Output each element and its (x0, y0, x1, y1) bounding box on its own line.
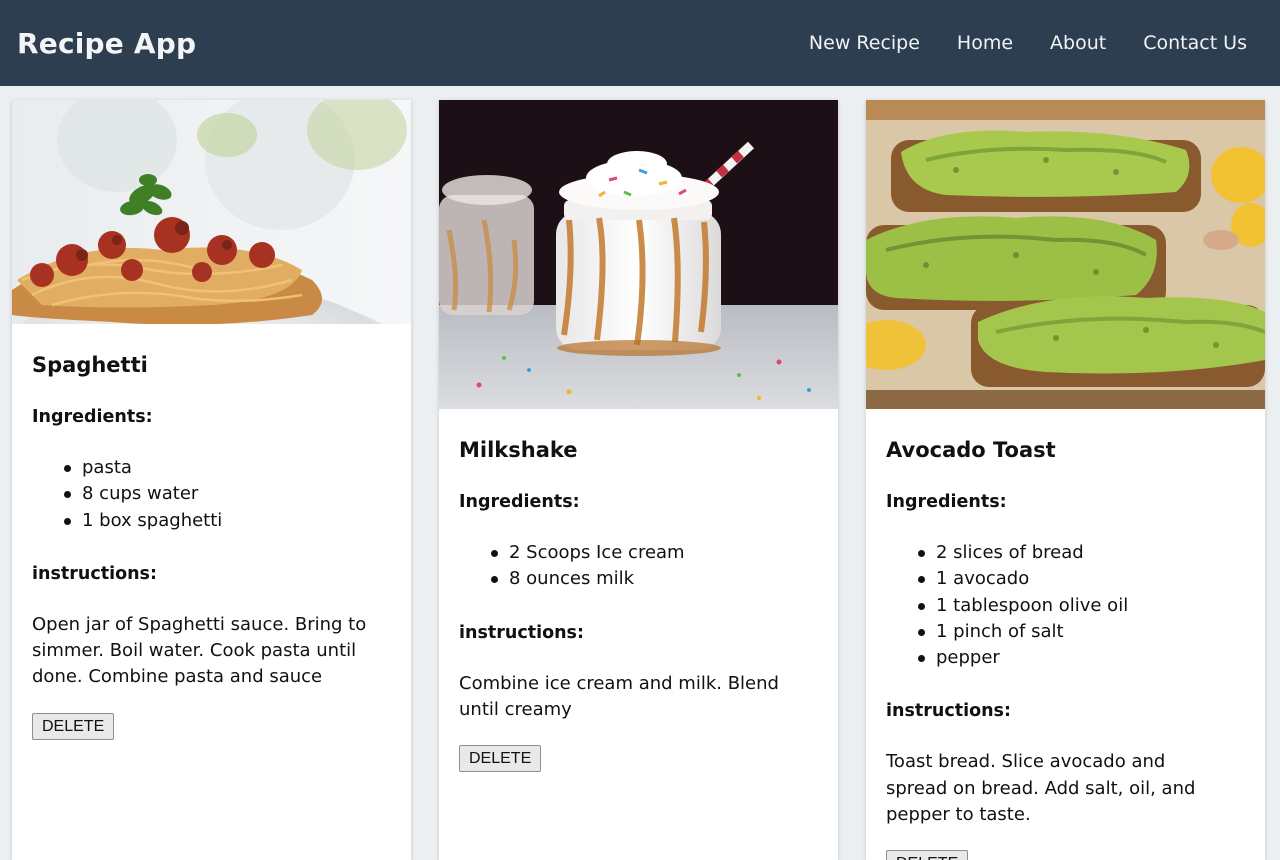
milkshake-photo (439, 100, 838, 409)
nav-new-recipe[interactable]: New Recipe (809, 32, 920, 54)
app-title[interactable]: Recipe App (17, 27, 196, 60)
nav-contact-us[interactable]: Contact Us (1143, 32, 1247, 54)
delete-button[interactable]: DELETE (886, 850, 969, 860)
ingredient-item: 1 box spaghetti (62, 508, 391, 534)
recipe-title: Avocado Toast (886, 438, 1056, 462)
recipe-card-avocado-toast: Avocado Toast Ingredients: 2 slices of b… (866, 100, 1265, 860)
recipe-card-milkshake: Milkshake Ingredients: 2 Scoops Ice crea… (439, 100, 838, 860)
ingredient-item: 8 cups water (62, 481, 391, 507)
ingredient-item: 1 avocado (916, 566, 1245, 592)
instructions-text: Combine ice cream and milk. Blend until … (459, 672, 779, 720)
ingredients-heading: Ingredients: (886, 492, 1007, 512)
navbar: Recipe App New Recipe Home About Contact… (0, 0, 1280, 86)
instructions-heading: instructions: (459, 622, 584, 643)
ingredient-item: pasta (62, 455, 391, 481)
ingredient-item: 8 ounces milk (489, 566, 818, 592)
recipe-title: Spaghetti (32, 353, 148, 377)
card-body: Avocado Toast Ingredients: 2 slices of b… (866, 438, 1265, 860)
ingredient-item: pepper (916, 645, 1245, 671)
instructions-text: Toast bread. Slice avocado and spread on… (886, 751, 1196, 826)
avocado-toast-photo (866, 100, 1265, 409)
ingredient-item: 2 Scoops Ice cream (489, 540, 818, 566)
instructions-text: Open jar of Spaghetti sauce. Bring to si… (32, 613, 367, 688)
ingredient-list: 2 slices of bread 1 avocado 1 tablespoon… (916, 540, 1245, 671)
instructions-heading: instructions: (886, 701, 1011, 722)
nav-home[interactable]: Home (957, 32, 1013, 54)
nav-links: New Recipe Home About Contact Us (772, 32, 1247, 54)
card-body: Spaghetti Ingredients: pasta 8 cups wate… (12, 353, 411, 740)
ingredient-item: 1 pinch of salt (916, 619, 1245, 645)
ingredient-item: 2 slices of bread (916, 540, 1245, 566)
card-body: Milkshake Ingredients: 2 Scoops Ice crea… (439, 438, 838, 773)
recipe-title: Milkshake (459, 438, 578, 462)
delete-button[interactable]: DELETE (459, 745, 542, 773)
spaghetti-photo (12, 100, 411, 324)
ingredient-list: 2 Scoops Ice cream 8 ounces milk (489, 540, 818, 593)
ingredient-list: pasta 8 cups water 1 box spaghetti (62, 455, 391, 534)
ingredients-heading: Ingredients: (32, 407, 153, 427)
nav-about[interactable]: About (1050, 32, 1106, 54)
delete-button[interactable]: DELETE (32, 712, 115, 740)
instructions-heading: instructions: (32, 563, 157, 584)
ingredients-heading: Ingredients: (459, 492, 580, 512)
ingredient-item: 1 tablespoon olive oil (916, 593, 1245, 619)
recipe-card-spaghetti: Spaghetti Ingredients: pasta 8 cups wate… (12, 100, 411, 860)
